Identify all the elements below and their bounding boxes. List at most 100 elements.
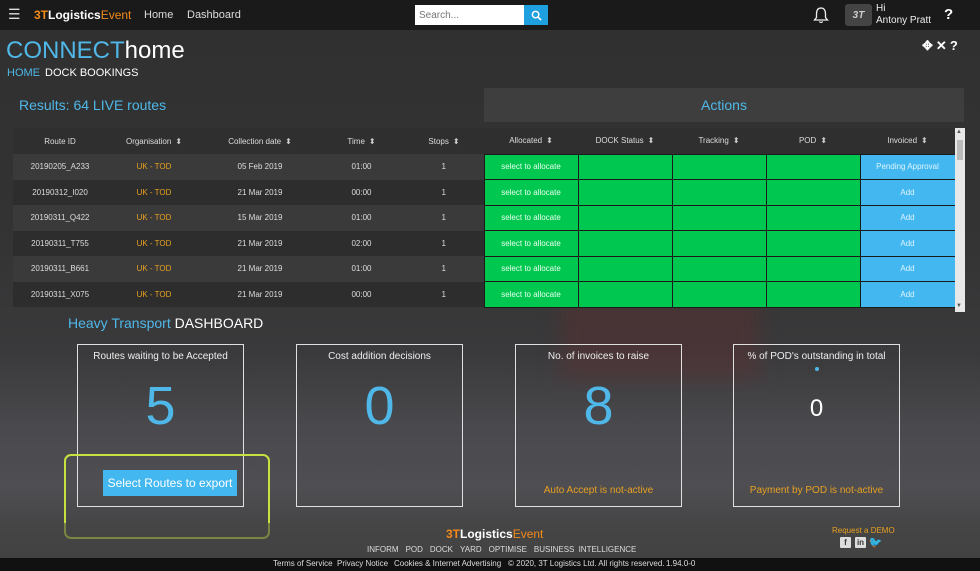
linkedin-icon[interactable]: in: [855, 537, 866, 548]
sort-icon[interactable]: ⬍: [820, 136, 827, 145]
cell-allocate-button[interactable]: select to allocate: [483, 153, 579, 180]
footer-link-bi[interactable]: BUSINESS INTELLIGENCE: [534, 545, 636, 554]
twitter-icon[interactable]: 🐦: [869, 537, 883, 549]
footer-logo[interactable]: 3TLogisticsEvent: [446, 527, 543, 541]
cell-dock-status[interactable]: [577, 153, 673, 180]
cell-dock-status[interactable]: [577, 255, 673, 282]
cell-tracking[interactable]: [671, 204, 767, 231]
facebook-icon[interactable]: f: [840, 537, 851, 548]
cell-organisation: UK - TOD: [107, 154, 201, 180]
close-icon[interactable]: ✕: [936, 38, 950, 53]
cell-allocate-button[interactable]: select to allocate: [483, 179, 579, 206]
sort-icon[interactable]: ⬍: [733, 136, 740, 145]
cell-organisation: UK - TOD: [107, 256, 201, 282]
cell-dock-status[interactable]: [577, 281, 673, 308]
request-demo-link[interactable]: Request a DEMO: [832, 526, 895, 535]
cell-route-id: 20190311_Q422: [13, 205, 107, 231]
table-row[interactable]: 20190312_I020 UK - TOD 21 Mar 2019 00:00…: [13, 179, 956, 206]
sort-icon[interactable]: ⬍: [546, 136, 553, 145]
cell-pod[interactable]: [765, 255, 861, 282]
cell-invoiced-button[interactable]: Add: [859, 230, 956, 257]
sort-icon[interactable]: ⬍: [285, 137, 292, 146]
cookies-link[interactable]: Cookies & Internet Advertising: [394, 559, 501, 568]
menu-icon[interactable]: ☰: [8, 6, 21, 23]
logo[interactable]: 3TLogisticsEvent: [34, 8, 131, 22]
logo-event: Event: [100, 8, 132, 22]
cell-invoiced-button[interactable]: Add: [859, 204, 956, 231]
table-row[interactable]: 20190205_A233 UK - TOD 05 Feb 2019 01:00…: [13, 153, 956, 180]
table-row[interactable]: 20190311_T755 UK - TOD 21 Mar 2019 02:00…: [13, 230, 956, 257]
notifications-bell-icon[interactable]: [812, 6, 830, 29]
avatar[interactable]: 3T: [845, 4, 872, 26]
cell-tracking[interactable]: [671, 179, 767, 206]
col-stops[interactable]: Stops ⬍: [404, 128, 484, 154]
card-value: 0: [364, 376, 395, 436]
col-collection-date[interactable]: Collection date ⬍: [201, 128, 319, 154]
cell-allocate-button[interactable]: select to allocate: [483, 230, 579, 257]
col-invoiced[interactable]: Invoiced ⬍: [860, 128, 955, 154]
cell-organisation: UK - TOD: [107, 281, 201, 307]
cell-allocate-button[interactable]: select to allocate: [483, 204, 579, 231]
scroll-down-icon[interactable]: ▼: [956, 303, 962, 309]
footer-link-optimise[interactable]: OPTIMISE: [489, 545, 527, 554]
search-button[interactable]: [524, 5, 548, 25]
nav-home[interactable]: Home: [144, 9, 173, 21]
cell-tracking[interactable]: [671, 281, 767, 308]
nav-dashboard[interactable]: Dashboard: [187, 9, 241, 21]
table-row[interactable]: 20190311_Q422 UK - TOD 15 Mar 2019 01:00…: [13, 204, 956, 231]
table-row[interactable]: 20190311_B661 UK - TOD 21 Mar 2019 01:00…: [13, 255, 956, 282]
sort-icon[interactable]: ⬍: [921, 136, 928, 145]
scrollbar-thumb[interactable]: [957, 140, 963, 160]
cell-tracking[interactable]: [671, 255, 767, 282]
cell-invoiced-button[interactable]: Add: [859, 281, 956, 308]
help-icon[interactable]: ?: [944, 6, 953, 23]
footer-link-yard[interactable]: YARD: [460, 545, 482, 554]
col-label: Collection date: [228, 136, 282, 146]
cell-allocate-button[interactable]: select to allocate: [483, 281, 579, 308]
card-note: Auto Accept is not-active: [543, 485, 654, 496]
cell-pod[interactable]: [765, 281, 861, 308]
terms-link[interactable]: Terms of Service: [273, 559, 333, 568]
col-route-id: Route ID: [13, 128, 107, 154]
scroll-up-icon[interactable]: ▲: [956, 129, 962, 135]
footer-link-dock[interactable]: DOCK: [430, 545, 453, 554]
cell-invoiced-button[interactable]: Add: [859, 179, 956, 206]
sort-icon[interactable]: ⬍: [648, 136, 655, 145]
col-label: Time: [347, 136, 365, 146]
cell-invoiced-button[interactable]: Add: [859, 255, 956, 282]
cell-tracking[interactable]: [671, 153, 767, 180]
table-row[interactable]: 20190311_X075 UK - TOD 21 Mar 2019 00:00…: [13, 281, 956, 308]
help-icon-secondary[interactable]: ?: [950, 38, 961, 53]
cell-dock-status[interactable]: [577, 179, 673, 206]
col-allocated[interactable]: Allocated ⬍: [484, 128, 578, 154]
sort-icon[interactable]: ⬍: [453, 137, 460, 146]
col-label: Allocated: [509, 136, 543, 146]
cell-dock-status[interactable]: [577, 204, 673, 231]
routes-table: Route ID Organisation ⬍ Collection date ⬍ …: [13, 128, 956, 308]
user-greeting[interactable]: Hi Antony Pratt: [876, 3, 931, 27]
cell-invoiced-button[interactable]: Pending Approval: [859, 153, 956, 180]
breadcrumb-home[interactable]: HOME: [7, 67, 40, 79]
col-organisation[interactable]: Organisation ⬍: [107, 128, 201, 154]
col-dock-status[interactable]: DOCK Status ⬍: [578, 128, 672, 154]
footer-link-inform[interactable]: INFORM: [367, 545, 399, 554]
sort-icon[interactable]: ⬍: [175, 137, 182, 146]
cell-pod[interactable]: [765, 230, 861, 257]
col-tracking[interactable]: Tracking ⬍: [672, 128, 766, 154]
table-scrollbar[interactable]: ▲ ▼: [955, 128, 965, 312]
col-pod[interactable]: POD ⬍: [766, 128, 860, 154]
search-input[interactable]: [415, 5, 524, 25]
cell-pod[interactable]: [765, 153, 861, 180]
cell-pod[interactable]: [765, 179, 861, 206]
footer-link-pod[interactable]: POD: [406, 545, 423, 554]
privacy-link[interactable]: Privacy Notice: [337, 559, 388, 568]
cell-pod[interactable]: [765, 204, 861, 231]
card-label: Cost addition decisions: [328, 351, 431, 362]
move-icon[interactable]: ✥: [922, 38, 936, 53]
cell-dock-status[interactable]: [577, 230, 673, 257]
sort-icon[interactable]: ⬍: [369, 137, 376, 146]
col-time[interactable]: Time ⬍: [319, 128, 404, 154]
cell-time: 01:00: [319, 256, 404, 282]
cell-tracking[interactable]: [671, 230, 767, 257]
cell-allocate-button[interactable]: select to allocate: [483, 255, 579, 282]
